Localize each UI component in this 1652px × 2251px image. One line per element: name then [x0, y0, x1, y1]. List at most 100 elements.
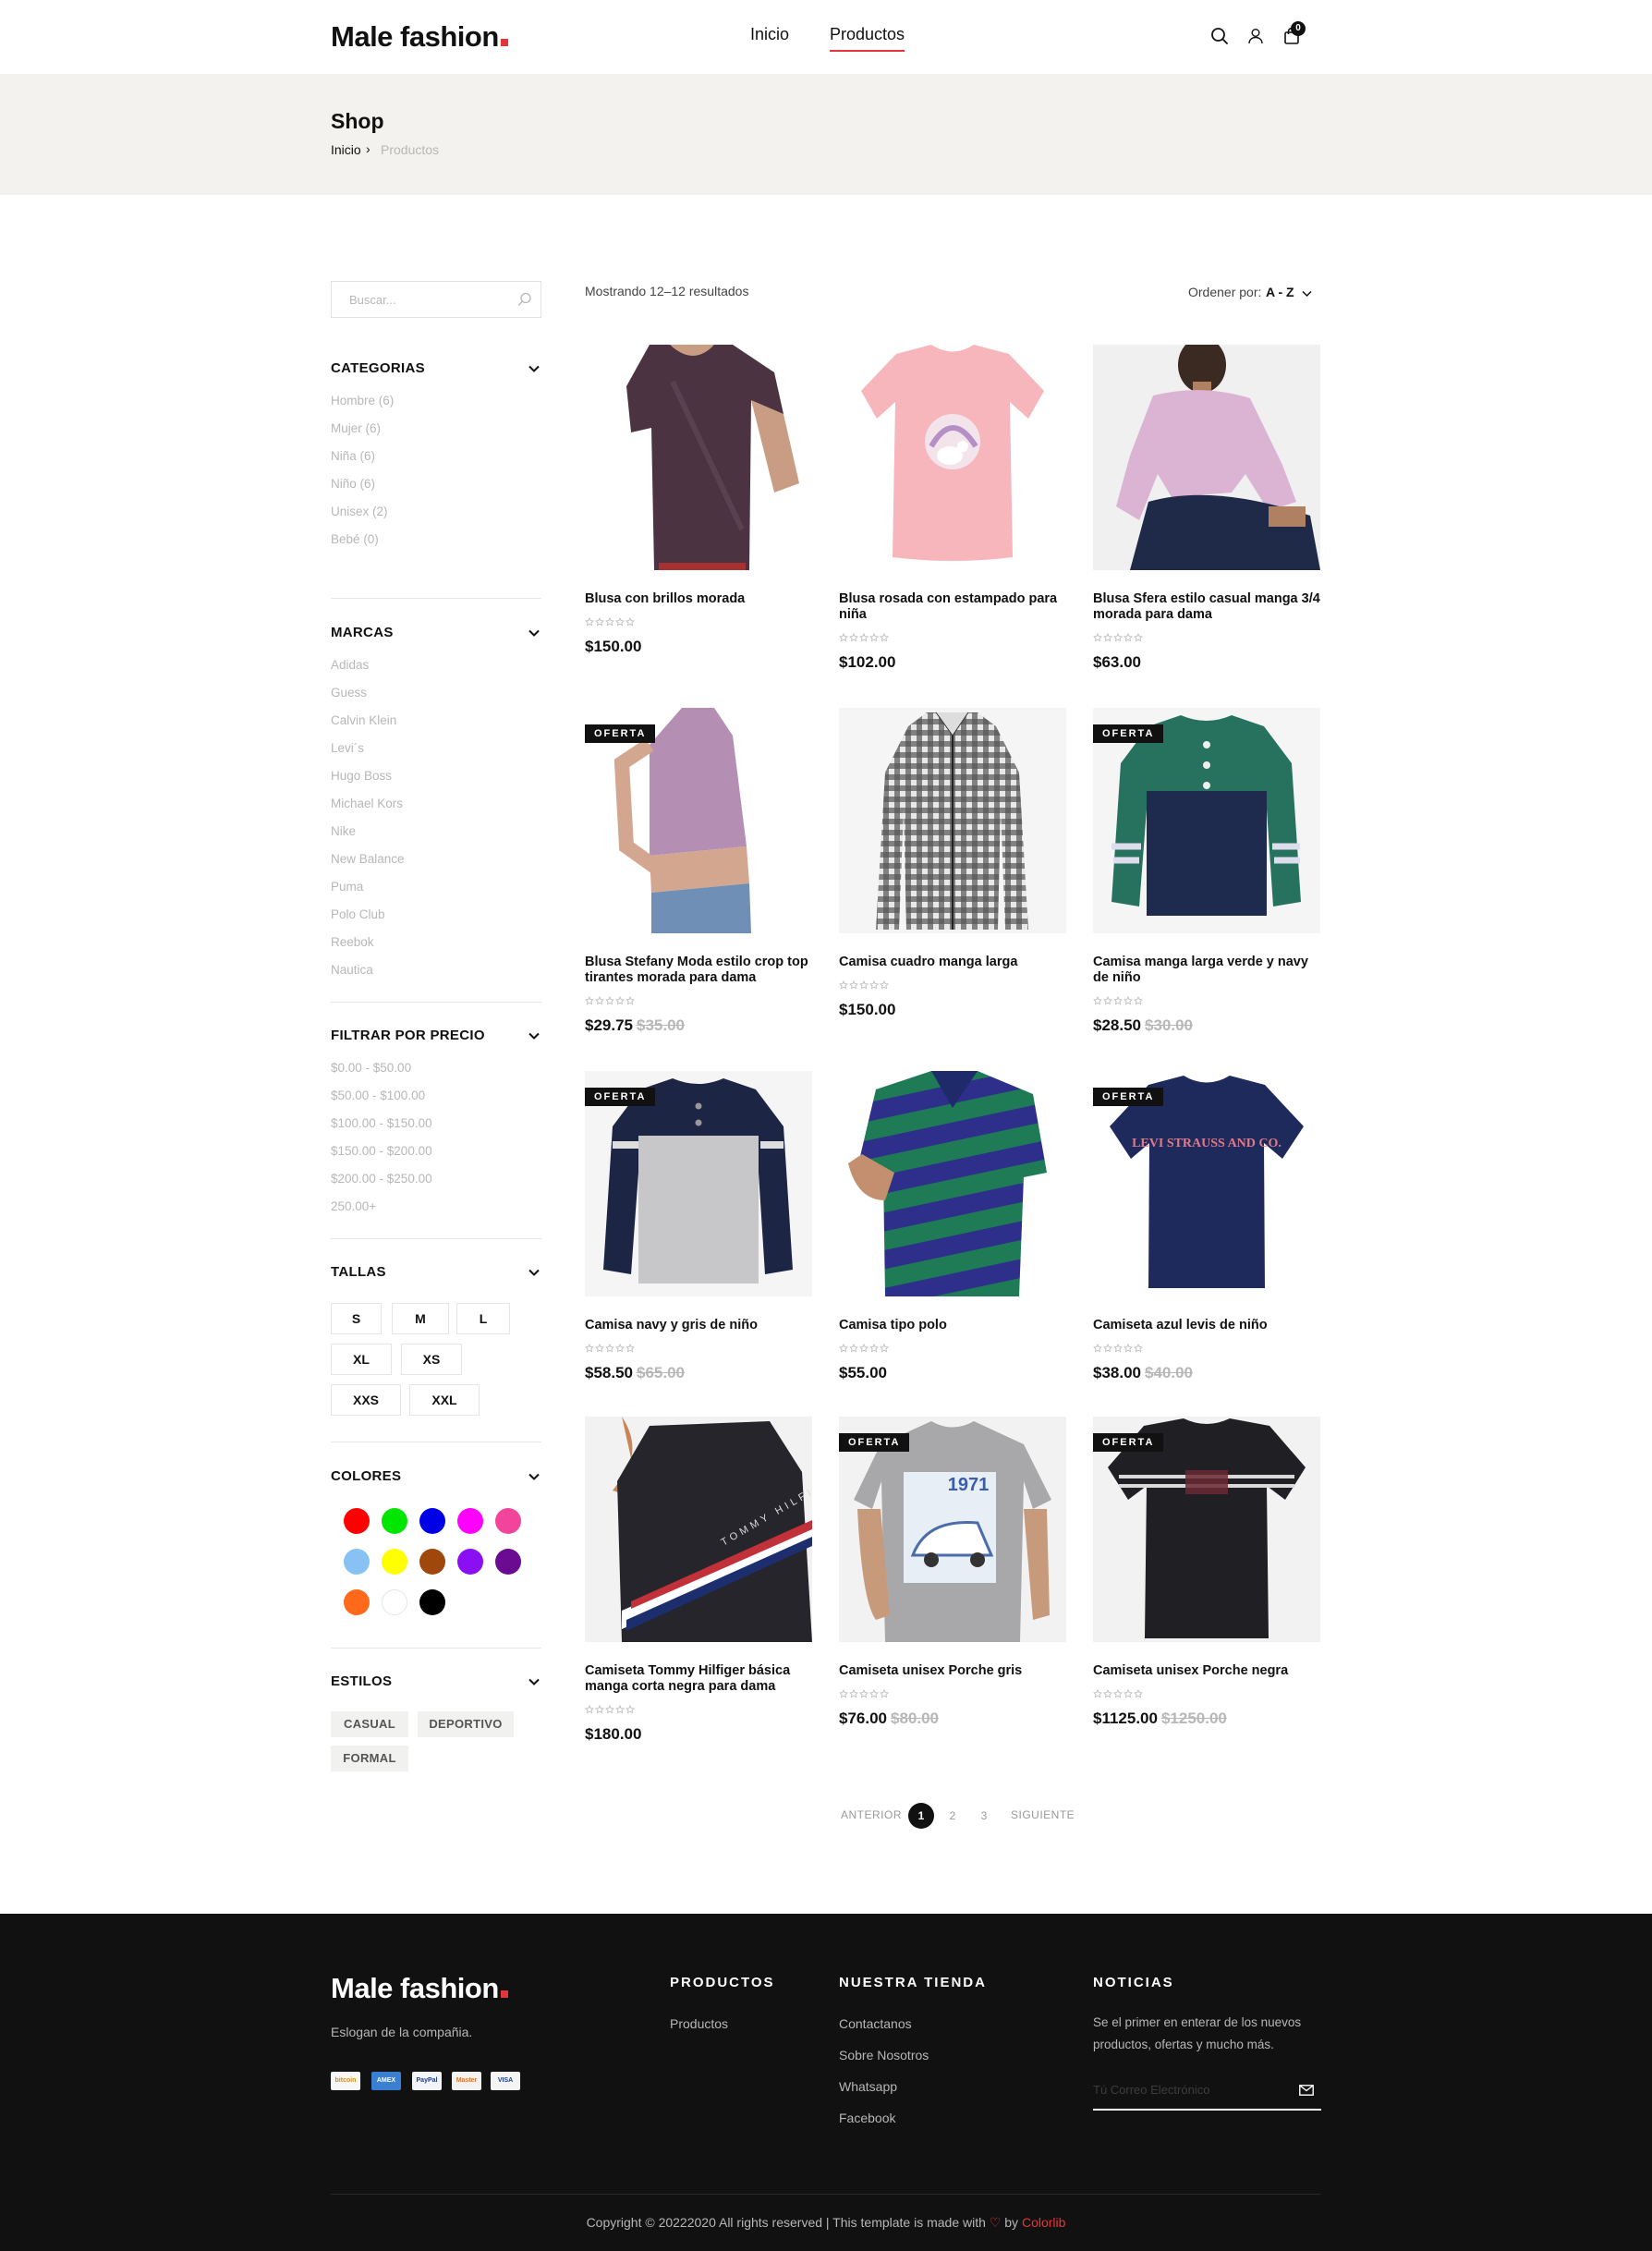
price-range-item[interactable]: $0.00 - $50.00	[331, 1054, 432, 1082]
color-swatch[interactable]	[495, 1508, 521, 1534]
product-image[interactable]	[1093, 345, 1320, 570]
brand-item[interactable]: Hugo Boss	[331, 762, 405, 790]
pagination-page-3[interactable]: 3	[971, 1803, 997, 1829]
brand-item[interactable]: Guess	[331, 679, 405, 707]
product-name[interactable]: Camisa tipo polo	[839, 1318, 1066, 1333]
product-image[interactable]: OFERTA	[585, 708, 812, 933]
product-image[interactable]	[585, 345, 812, 570]
product-image[interactable]: OFERTA	[585, 1071, 812, 1296]
color-swatch[interactable]	[344, 1549, 370, 1575]
product-image[interactable]: 1971 OFERTA	[839, 1417, 1066, 1642]
color-swatch[interactable]	[382, 1589, 407, 1615]
pagination-prev[interactable]: ANTERIOR	[841, 1808, 902, 1821]
product-name[interactable]: Camisa navy y gris de niño	[585, 1318, 812, 1333]
color-swatch[interactable]	[419, 1508, 445, 1534]
nav-inicio[interactable]: Inicio	[750, 25, 789, 44]
sizes-title[interactable]: TALLAS	[331, 1264, 386, 1280]
category-item[interactable]: Mujer (6)	[331, 415, 394, 443]
price-range-item[interactable]: $200.00 - $250.00	[331, 1165, 432, 1193]
colorlib-link[interactable]: Colorlib	[1022, 2215, 1065, 2230]
color-swatch[interactable]	[495, 1549, 521, 1575]
chevron-down-icon[interactable]	[1301, 287, 1313, 299]
categories-title[interactable]: CATEGORIAS	[331, 360, 425, 376]
color-swatch[interactable]	[457, 1549, 483, 1575]
chevron-down-icon[interactable]	[527, 1265, 541, 1280]
product-name[interactable]: Camisa cuadro manga larga	[839, 955, 1066, 970]
product-name[interactable]: Camiseta azul levis de niño	[1093, 1318, 1320, 1333]
product-name[interactable]: Blusa Sfera estilo casual manga 3/4 mora…	[1093, 591, 1320, 623]
product-image[interactable]: LEVI STRAUSS AND CO. OFERTA	[1093, 1071, 1320, 1296]
chevron-down-icon[interactable]	[527, 1469, 541, 1484]
styles-title[interactable]: ESTILOS	[331, 1673, 392, 1689]
size-option[interactable]: XXL	[409, 1384, 480, 1416]
brand-item[interactable]: New Balance	[331, 846, 405, 873]
pagination-next[interactable]: SIGUIENTE	[1011, 1808, 1075, 1821]
category-item[interactable]: Hombre (6)	[331, 387, 394, 415]
brand-item[interactable]: Polo Club	[331, 901, 405, 929]
nav-productos[interactable]: Productos	[830, 25, 905, 52]
price-range-item[interactable]: $150.00 - $200.00	[331, 1138, 432, 1165]
color-swatch[interactable]	[457, 1508, 483, 1534]
color-swatch[interactable]	[382, 1549, 407, 1575]
footer-link-contactanos[interactable]: Contactanos	[839, 2016, 912, 2031]
pagination-page-2[interactable]: 2	[940, 1803, 966, 1829]
product-name[interactable]: Blusa con brillos morada	[585, 591, 812, 607]
chevron-down-icon[interactable]	[527, 1028, 541, 1043]
product-name[interactable]: Camisa manga larga verde y navy de niño	[1093, 955, 1320, 986]
chevron-down-icon[interactable]	[527, 361, 541, 376]
size-option[interactable]: L	[456, 1303, 510, 1334]
brand-item[interactable]: Adidas	[331, 651, 405, 679]
chevron-down-icon[interactable]	[527, 626, 541, 640]
newsletter-email-input[interactable]	[1093, 2074, 1287, 2105]
site-logo[interactable]: Male fashion	[331, 20, 508, 54]
product-image[interactable]: TOMMY HILFIGER	[585, 1417, 812, 1642]
price-range-item[interactable]: 250.00+	[331, 1193, 432, 1221]
breadcrumb-home-link[interactable]: Inicio	[331, 142, 361, 157]
color-swatch[interactable]	[419, 1589, 445, 1615]
product-name[interactable]: Blusa rosada con estampado para niña	[839, 591, 1066, 623]
product-image[interactable]	[839, 1071, 1066, 1296]
style-tag[interactable]: FORMAL	[331, 1746, 408, 1771]
product-name[interactable]: Blusa Stefany Moda estilo crop top tiran…	[585, 955, 812, 986]
price-range-item[interactable]: $50.00 - $100.00	[331, 1082, 432, 1110]
footer-link-productos[interactable]: Productos	[670, 2016, 728, 2031]
size-option[interactable]: XS	[401, 1344, 462, 1375]
category-item[interactable]: Bebé (0)	[331, 526, 394, 554]
style-tag[interactable]: DEPORTIVO	[418, 1711, 514, 1737]
brand-item[interactable]: Nike	[331, 818, 405, 846]
color-swatch[interactable]	[419, 1549, 445, 1575]
product-image[interactable]	[839, 708, 1066, 933]
category-item[interactable]: Niña (6)	[331, 443, 394, 470]
category-item[interactable]: Niño (6)	[331, 470, 394, 498]
size-option[interactable]: XL	[331, 1344, 392, 1375]
brand-item[interactable]: Puma	[331, 873, 405, 901]
category-item[interactable]: Unisex (2)	[331, 498, 394, 526]
user-icon[interactable]	[1245, 26, 1266, 46]
colors-title[interactable]: COLORES	[331, 1468, 401, 1484]
search-icon[interactable]	[1209, 26, 1230, 46]
footer-logo[interactable]: Male fashion	[331, 1972, 508, 2005]
color-swatch[interactable]	[344, 1508, 370, 1534]
brands-title[interactable]: MARCAS	[331, 625, 394, 640]
pagination-page-1[interactable]: 1	[908, 1803, 934, 1829]
style-tag[interactable]: CASUAL	[331, 1711, 408, 1737]
color-swatch[interactable]	[344, 1589, 370, 1615]
color-swatch[interactable]	[382, 1508, 407, 1534]
size-option[interactable]: S	[331, 1303, 382, 1334]
brand-item[interactable]: Michael Kors	[331, 790, 405, 818]
price-filter-title[interactable]: FILTRAR POR PRECIO	[331, 1028, 485, 1043]
brand-item[interactable]: Calvin Klein	[331, 707, 405, 735]
size-option[interactable]: XXS	[331, 1384, 401, 1416]
footer-link-facebook[interactable]: Facebook	[839, 2111, 895, 2125]
product-image[interactable]: OFERTA	[1093, 1417, 1320, 1642]
footer-link-sobre-nosotros[interactable]: Sobre Nosotros	[839, 2048, 929, 2062]
size-option[interactable]: M	[392, 1303, 449, 1334]
search-input[interactable]	[332, 282, 507, 317]
footer-link-whatsapp[interactable]: Whatsapp	[839, 2079, 897, 2094]
price-range-item[interactable]: $100.00 - $150.00	[331, 1110, 432, 1138]
brand-item[interactable]: Nautica	[331, 956, 405, 984]
brand-item[interactable]: Levi´s	[331, 735, 405, 762]
chevron-down-icon[interactable]	[527, 1674, 541, 1689]
product-name[interactable]: Camiseta unisex Porche gris	[839, 1663, 1066, 1679]
product-image[interactable]	[839, 345, 1066, 570]
